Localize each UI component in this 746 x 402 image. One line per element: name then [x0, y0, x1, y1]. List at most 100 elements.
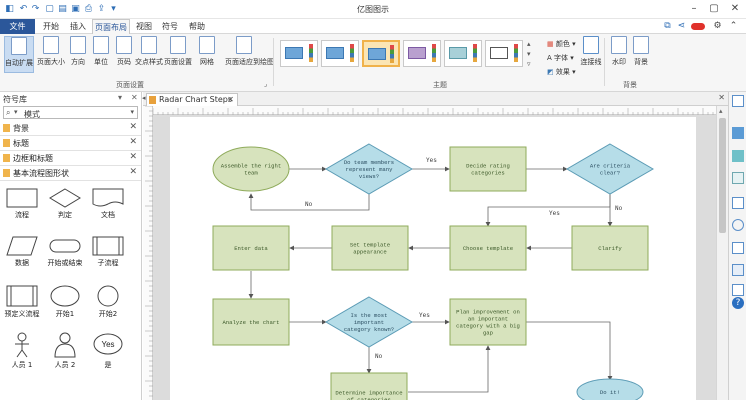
library-search-value: 模式 — [24, 110, 40, 119]
shape-data[interactable]: 数据 — [0, 236, 44, 268]
node-choose[interactable]: Choose template — [449, 225, 527, 271]
theme-effects-button[interactable]: ◩ 效果 ▾ — [547, 67, 576, 77]
tab-close-all-icon[interactable]: ✕ — [718, 93, 725, 102]
tab-close-icon[interactable]: ✕ — [227, 94, 234, 106]
circle-shape-icon — [97, 285, 119, 307]
user-account-icon[interactable] — [691, 23, 705, 30]
theme-more-icon[interactable]: ▿ — [527, 60, 531, 68]
theme-option-2[interactable] — [321, 40, 359, 67]
close-icon[interactable]: ✕ — [129, 167, 137, 177]
attachment-panel-icon[interactable] — [732, 264, 744, 276]
panel-close-icon[interactable]: ✕ — [131, 93, 138, 102]
fit-to-drawing-button[interactable]: 页面适应到绘图 — [225, 36, 274, 67]
menu-help[interactable]: 帮助 — [184, 19, 210, 34]
maximize-button[interactable]: ▢ — [706, 2, 722, 16]
node-most[interactable]: Is the most important category known? — [325, 296, 413, 348]
close-icon[interactable]: ✕ — [129, 152, 137, 162]
library-search-input[interactable]: ⌕ ▾ 模式 ▾ — [3, 106, 138, 119]
line-panel-icon[interactable] — [732, 150, 744, 162]
shape-subprocess[interactable]: 子流程 — [86, 236, 130, 268]
node-plan[interactable]: Plan improvement on an important category … — [449, 298, 527, 346]
scrollbar-thumb[interactable] — [719, 118, 726, 233]
page-panel-icon[interactable] — [732, 95, 744, 107]
grid-button[interactable]: 网格 — [196, 36, 218, 67]
theme-option-6[interactable] — [485, 40, 523, 67]
shape-start-end[interactable]: 开始或结束 — [43, 236, 87, 268]
ellipse-shape-icon — [50, 285, 80, 307]
theme-colors-button[interactable]: ▦ 颜色 ▾ — [547, 39, 576, 49]
dropdown-arrow-icon[interactable]: ▾ — [130, 108, 134, 116]
background-icon — [633, 36, 649, 54]
menu-symbols[interactable]: 符号 — [157, 19, 183, 34]
category-title[interactable]: 标题 ✕ — [0, 136, 141, 151]
vertical-scrollbar[interactable]: ▴ — [716, 106, 728, 400]
page-settings-button[interactable]: 页面设置 — [164, 36, 192, 67]
ribbon-collapse-icon[interactable]: ⌃ — [728, 21, 739, 32]
ribbon-separator — [273, 38, 274, 86]
document-tab[interactable]: Radar Chart Steps ✕ — [146, 93, 238, 106]
dialog-launcher-icon[interactable]: ⌟ — [264, 80, 267, 88]
shape-decision[interactable]: 判定 — [43, 188, 87, 220]
shape-predefined-process[interactable]: 预定义流程 — [0, 285, 44, 319]
shape-document[interactable]: 文档 — [86, 188, 130, 220]
auto-expand-button[interactable]: 自动扩展 — [4, 36, 34, 73]
theme-option-3[interactable] — [362, 40, 400, 67]
theme-option-1[interactable] — [280, 40, 318, 67]
theme-option-4[interactable] — [403, 40, 441, 67]
node-assemble[interactable]: Assemble the right team — [212, 146, 290, 192]
image-panel-icon[interactable] — [732, 197, 744, 209]
node-analyze[interactable]: Analyze the chart — [212, 298, 290, 346]
data-panel-icon[interactable] — [732, 284, 744, 296]
process-shape-icon — [6, 188, 38, 208]
menu-file[interactable]: 文件 — [0, 19, 35, 34]
scroll-up-icon[interactable]: ▴ — [719, 107, 723, 115]
hyperlink-panel-icon[interactable] — [732, 242, 744, 254]
theme-option-5[interactable] — [444, 40, 482, 67]
category-background[interactable]: 背景 ✕ — [0, 121, 141, 136]
theme-scroll-up-icon[interactable]: ▴ — [527, 40, 531, 48]
search-icon: ⌕ — [6, 108, 11, 117]
window-icon[interactable]: ⧉ — [662, 21, 673, 32]
layer-panel-icon[interactable] — [732, 219, 744, 231]
panel-pin-icon[interactable]: ▾ — [118, 93, 122, 102]
node-decide[interactable]: Decide rating categories — [449, 146, 527, 192]
node-template[interactable]: Set template appearance — [331, 225, 409, 271]
shape-start1[interactable]: 开始1 — [43, 285, 87, 319]
menu-insert[interactable]: 插入 — [65, 19, 91, 34]
junction-style-button[interactable]: 交点样式 — [135, 36, 163, 67]
right-sidebar: ? — [728, 92, 746, 400]
node-clarify[interactable]: Clarify — [571, 225, 649, 271]
menu-home[interactable]: 开始 — [38, 19, 64, 34]
background-button[interactable]: 背景 — [630, 36, 652, 67]
connector-button[interactable]: 连接线 — [580, 36, 602, 67]
node-enter[interactable]: Enter data — [212, 225, 290, 271]
theme-scroll-down-icon[interactable]: ▾ — [527, 50, 531, 58]
menu-page-layout[interactable]: 页面布局 — [92, 19, 130, 35]
minimize-button[interactable]: – — [686, 2, 702, 16]
node-determine[interactable]: Determine importance of categories — [330, 372, 408, 400]
share-icon[interactable]: ⋖ — [676, 21, 687, 32]
category-borders-titles[interactable]: 边框和标题 ✕ — [0, 151, 141, 166]
category-basic-flowchart[interactable]: 基本流程图形状 ✕ — [0, 166, 141, 181]
tab-scroll-left-icon[interactable]: ◂ — [142, 94, 146, 102]
menu-view[interactable]: 视图 — [131, 19, 157, 34]
settings-gear-icon[interactable]: ⚙ — [712, 21, 723, 32]
shape-start2[interactable]: 开始2 — [86, 285, 130, 319]
shape-yes[interactable]: Yes 是 — [86, 332, 130, 370]
close-icon[interactable]: ✕ — [129, 122, 137, 132]
shape-process[interactable]: 流程 — [0, 188, 44, 220]
node-criteria[interactable]: Are criteria clear? — [566, 143, 654, 195]
shape-person2[interactable]: 人员 2 — [43, 332, 87, 370]
node-do-team[interactable]: Do team members represent many views? — [325, 143, 413, 195]
fill-panel-icon[interactable] — [732, 127, 744, 139]
drawing-page[interactable]: Yes No Yes No Yes No Assemble the right t… — [170, 117, 696, 400]
close-icon[interactable]: ✕ — [129, 137, 137, 147]
node-label: Clarify — [598, 245, 622, 252]
theme-fonts-button[interactable]: A 字体 ▾ — [547, 53, 574, 63]
shadow-panel-icon[interactable] — [732, 172, 744, 184]
shape-person1[interactable]: 人员 1 — [0, 332, 44, 370]
help-icon[interactable]: ? — [732, 297, 744, 309]
close-button[interactable]: ✕ — [727, 2, 743, 16]
node-doit[interactable]: Do it! — [576, 378, 644, 400]
window-title: 亿图图示 — [357, 5, 389, 14]
